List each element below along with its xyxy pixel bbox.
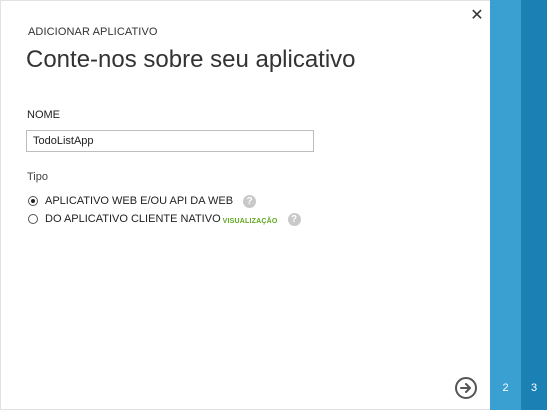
type-label: Tipo: [27, 171, 48, 183]
close-button[interactable]: ✕: [469, 7, 485, 25]
arrow-right-icon: [460, 383, 471, 393]
question-icon[interactable]: ?: [287, 212, 301, 226]
option-native-client[interactable]: DO APLICATIVO CLIENTE NATIVO VISUALIZAÇÃ…: [28, 212, 301, 226]
wizard-step-3[interactable]: 3: [521, 0, 547, 410]
preview-badge: VISUALIZAÇÃO: [222, 218, 278, 225]
native-client-radio[interactable]: [28, 214, 38, 224]
add-app-dialog: ✕ ADICIONAR APLICATIVO Conte-nos sobre s…: [0, 0, 547, 410]
name-input[interactable]: [26, 130, 314, 152]
next-button[interactable]: [455, 377, 477, 399]
step-number: 2: [502, 382, 509, 394]
dialog-subtitle: ADICIONAR APLICATIVO: [28, 26, 158, 38]
close-icon: ✕: [470, 7, 484, 24]
step-number: 3: [530, 382, 538, 394]
option-web-app[interactable]: APLICATIVO WEB E/OU API DA WEB ?: [28, 194, 257, 208]
question-icon[interactable]: ?: [243, 194, 257, 208]
dialog-title: Conte-nos sobre seu aplicativo: [26, 46, 356, 73]
web-app-label[interactable]: APLICATIVO WEB E/OU API DA WEB: [45, 195, 233, 207]
name-label: NOME: [27, 109, 60, 121]
wizard-step-2[interactable]: 2: [490, 0, 521, 410]
web-app-radio[interactable]: [28, 196, 38, 206]
native-client-label[interactable]: DO APLICATIVO CLIENTE NATIVO: [45, 213, 221, 225]
